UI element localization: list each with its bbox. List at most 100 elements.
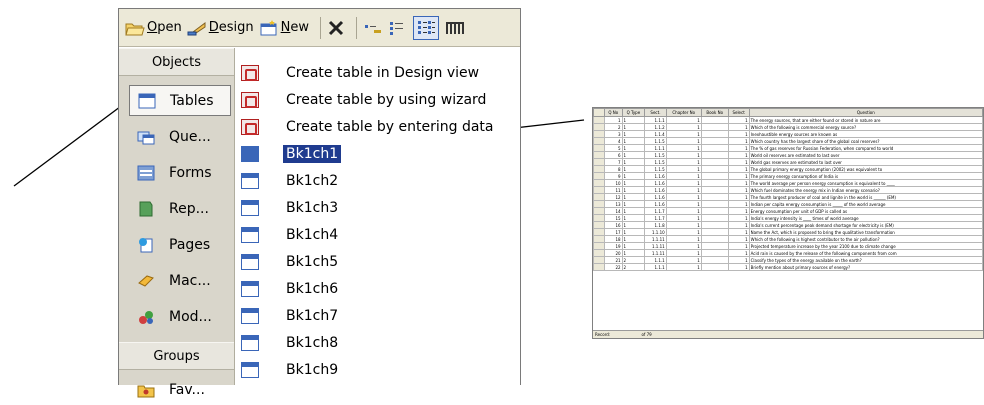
table-cell[interactable]: 1 — [621, 123, 646, 131]
table-cell[interactable]: 1 — [665, 179, 702, 187]
table-cell[interactable]: 1 — [665, 214, 702, 222]
table-cell[interactable]: Indian per capita energy consumption is … — [748, 200, 983, 208]
table-cell[interactable]: 1 — [665, 186, 702, 194]
table-cell[interactable]: 1 — [621, 172, 646, 180]
table-cell[interactable]: 1.1.4 — [644, 130, 667, 138]
groups-item-favorites[interactable]: Fav... — [129, 374, 231, 405]
objects-item-tables[interactable]: Tables — [129, 85, 231, 116]
record-selector[interactable] — [593, 249, 605, 257]
list-item[interactable]: Bk1ch8 — [235, 331, 341, 355]
list-item[interactable]: Bk1ch6 — [235, 277, 341, 301]
table-cell[interactable]: 1 — [665, 263, 702, 271]
table-cell[interactable]: 1.1.5 — [644, 165, 667, 173]
objects-header[interactable]: Objects — [119, 48, 234, 76]
table-cell[interactable]: 1.1.1 — [644, 144, 667, 152]
column-header[interactable]: Q No — [604, 108, 623, 117]
table-cell[interactable]: 1 — [665, 130, 702, 138]
table-cell[interactable]: Projected temperature increase by the ye… — [748, 242, 983, 250]
table-row[interactable]: 8 1 1.1.5 1 1 The global primary energy consu… — [593, 165, 983, 173]
table-cell[interactable]: 7 — [604, 158, 623, 166]
table-cell[interactable]: 14 — [604, 207, 623, 215]
table-cell[interactable]: 1 — [727, 235, 750, 243]
objects-item-modules[interactable]: Mod... — [129, 301, 231, 332]
table-cell[interactable]: 21 — [604, 256, 623, 264]
table-cell[interactable]: 10 — [604, 179, 623, 187]
table-cell[interactable]: 1.1.6 — [644, 172, 667, 180]
table-cell[interactable]: 1.1.7 — [644, 207, 667, 215]
table-cell[interactable]: 1 — [727, 123, 750, 131]
table-cell[interactable]: Energy consumption per unit of GDP is ca… — [748, 207, 983, 215]
table-cell[interactable]: 1 — [665, 249, 702, 257]
table-cell[interactable] — [700, 235, 729, 243]
list-item[interactable]: Bk1ch5 — [235, 250, 341, 274]
table-cell[interactable] — [700, 256, 729, 264]
table-cell[interactable] — [700, 242, 729, 250]
table-cell[interactable] — [700, 186, 729, 194]
table-cell[interactable]: 1 — [727, 116, 750, 124]
delete-button[interactable] — [327, 19, 345, 37]
table-cell[interactable]: 1 — [621, 137, 646, 145]
table-cell[interactable]: 1 — [727, 221, 750, 229]
table-cell[interactable]: 1 — [665, 144, 702, 152]
table-cell[interactable]: 1 — [727, 130, 750, 138]
table-cell[interactable]: 1.1.11 — [644, 249, 667, 257]
table-cell[interactable]: 1.1.6 — [644, 186, 667, 194]
list-item[interactable]: Bk1ch3 — [235, 196, 341, 220]
column-header[interactable]: Select — [727, 108, 750, 117]
table-cell[interactable]: 19 — [604, 242, 623, 250]
table-cell[interactable]: 1 — [621, 151, 646, 159]
table-cell[interactable]: 1.1.5 — [644, 137, 667, 145]
table-cell[interactable]: Inexhaustible energy sources are known a… — [748, 130, 983, 138]
record-selector[interactable] — [593, 165, 605, 173]
table-cell[interactable]: 1 — [665, 158, 702, 166]
design-button[interactable]: Design — [187, 19, 254, 37]
table-cell[interactable]: 1.1.6 — [644, 179, 667, 187]
table-cell[interactable]: 1 — [727, 200, 750, 208]
list-view-button[interactable] — [413, 15, 439, 40]
table-row[interactable]: 12 1 1.1.6 1 1 The fourth largest producer of… — [593, 193, 983, 201]
table-cell[interactable] — [700, 137, 729, 145]
column-header[interactable]: Book No — [700, 108, 729, 117]
table-cell[interactable]: 1 — [665, 207, 702, 215]
table-cell[interactable] — [700, 179, 729, 187]
table-cell[interactable]: Briefly mention about primary sources of… — [748, 263, 983, 271]
table-cell[interactable]: 1.1.1 — [644, 116, 667, 124]
table-cell[interactable]: 1 — [665, 165, 702, 173]
table-cell[interactable]: The energy sources, that are either foun… — [748, 116, 983, 124]
table-cell[interactable] — [700, 158, 729, 166]
table-cell[interactable]: 1 — [727, 214, 750, 222]
table-cell[interactable]: The % of gas reserves for Russian Federa… — [748, 144, 983, 152]
table-cell[interactable]: 1 — [665, 151, 702, 159]
table-cell[interactable]: 1 — [665, 235, 702, 243]
record-selector[interactable] — [593, 172, 605, 180]
table-cell[interactable]: 1.1.6 — [644, 200, 667, 208]
table-cell[interactable]: 1 — [727, 228, 750, 236]
table-cell[interactable]: World gas reserves are estimated to last… — [748, 158, 983, 166]
table-row[interactable]: 4 1 1.1.5 1 1 Which country has the largest s… — [593, 137, 983, 145]
table-cell[interactable]: 1 — [665, 193, 702, 201]
table-row[interactable]: 18 1 1.1.11 1 1 Which of the following is hig… — [593, 235, 983, 243]
table-cell[interactable]: 6 — [604, 151, 623, 159]
table-cell[interactable]: 1 — [665, 172, 702, 180]
table-cell[interactable] — [700, 193, 729, 201]
table-cell[interactable]: 1 — [621, 165, 646, 173]
table-cell[interactable]: 1 — [665, 116, 702, 124]
table-cell[interactable] — [700, 228, 729, 236]
table-cell[interactable]: 1 — [727, 263, 750, 271]
table-row[interactable]: 16 1 1.1.8 1 1 India's current percentage pea… — [593, 221, 983, 229]
table-cell[interactable]: 2 — [621, 256, 646, 264]
table-cell[interactable]: 1 — [621, 116, 646, 124]
table-cell[interactable]: 1.1.7 — [644, 214, 667, 222]
table-cell[interactable]: India's energy intensity is ____ times o… — [748, 214, 983, 222]
table-row[interactable]: 10 1 1.1.6 1 1 The world average per person e… — [593, 179, 983, 187]
table-cell[interactable] — [700, 144, 729, 152]
table-cell[interactable] — [700, 200, 729, 208]
new-button[interactable]: New — [259, 19, 309, 37]
table-cell[interactable]: World oil reserves are estimated to last… — [748, 151, 983, 159]
table-cell[interactable]: 9 — [604, 172, 623, 180]
details-view-button[interactable] — [444, 19, 466, 37]
table-cell[interactable]: 11 — [604, 186, 623, 194]
list-item[interactable]: Bk1ch2 — [235, 169, 341, 193]
open-button[interactable]: Open — [125, 19, 182, 37]
table-cell[interactable]: 1 — [621, 193, 646, 201]
